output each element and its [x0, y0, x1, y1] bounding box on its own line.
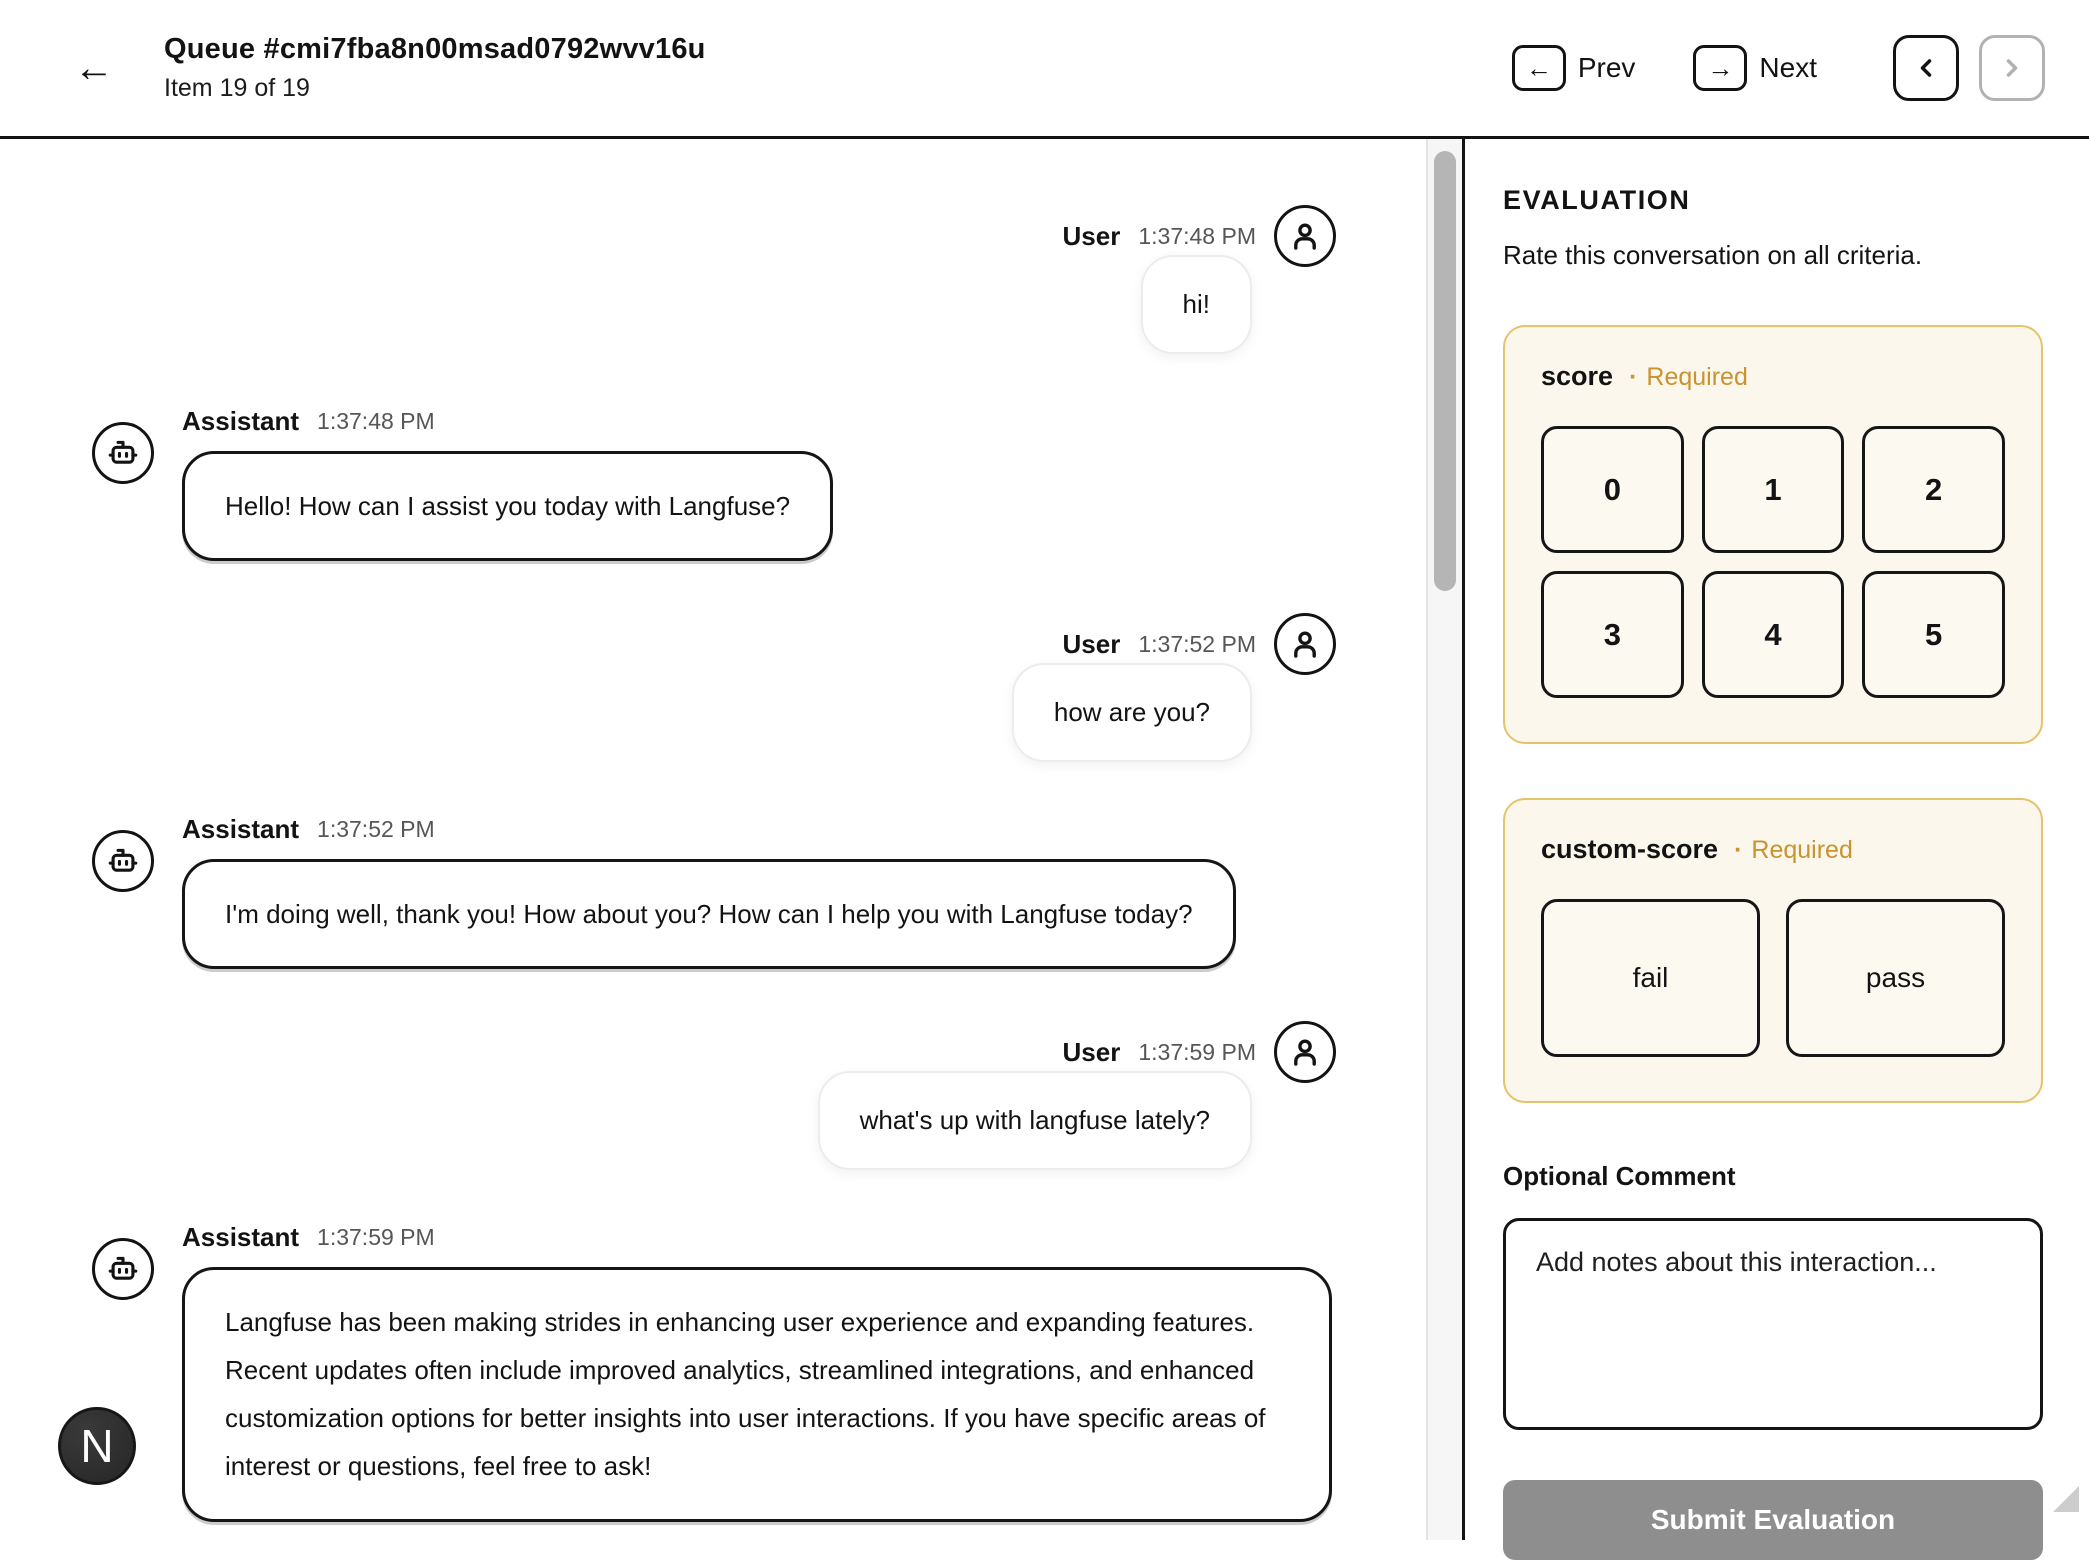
message-meta: Assistant 1:37:52 PM [182, 814, 1236, 845]
option-4-button[interactable]: 4 [1702, 571, 1845, 698]
message-bubble: hi! [1141, 255, 1252, 354]
assistant-message: Assistant 1:37:48 PM Hello! How can I as… [92, 406, 1336, 561]
criterion-options: failpass [1541, 899, 2005, 1057]
criterion-card: score Required 012 345 [1503, 325, 2043, 744]
required-badge: Required [1734, 836, 1853, 865]
message-body: Assistant 1:37:48 PM Hello! How can I as… [182, 406, 833, 561]
required-badge: Required [1629, 363, 1748, 392]
criterion-name: custom-score [1541, 834, 1718, 865]
expand-panel-button[interactable] [1979, 35, 2045, 101]
comment-label: Optional Comment [1503, 1161, 2043, 1192]
chat-message-list: User 1:37:48 PM hi! Assistant 1:37:48 PM… [0, 139, 1462, 1540]
message-bubble: Langfuse has been making strides in enha… [182, 1267, 1332, 1521]
assistant-avatar [92, 830, 154, 892]
assistant-message: Assistant 1:37:59 PM Langfuse has been m… [92, 1222, 1336, 1521]
assistant-avatar [92, 1238, 154, 1300]
message-meta: Assistant 1:37:59 PM [182, 1222, 1332, 1253]
person-icon [1288, 1035, 1322, 1069]
user-avatar [1274, 1021, 1336, 1083]
message-bubble: I'm doing well, thank you! How about you… [182, 859, 1236, 969]
main-split: User 1:37:48 PM hi! Assistant 1:37:48 PM… [0, 139, 2089, 1540]
criterion-name: score [1541, 361, 1613, 392]
message-role: Assistant [182, 1222, 299, 1253]
assistant-avatar [92, 422, 154, 484]
option-0-button[interactable]: 0 [1541, 426, 1684, 553]
user-message: User 1:37:52 PM how are you? [92, 613, 1336, 762]
evaluation-heading: EVALUATION [1503, 185, 2043, 216]
message-timestamp: 1:37:48 PM [1138, 223, 1256, 250]
message-role: User [1063, 1037, 1121, 1068]
message-role: Assistant [182, 814, 299, 845]
prev-button[interactable]: ← Prev [1512, 45, 1636, 91]
message-body: Assistant 1:37:52 PM I'm doing well, tha… [182, 814, 1236, 969]
conversation-pane: User 1:37:48 PM hi! Assistant 1:37:48 PM… [0, 139, 1465, 1540]
item-counter: Item 19 of 19 [164, 74, 706, 103]
assistant-message: Assistant 1:37:52 PM I'm doing well, tha… [92, 814, 1336, 969]
comment-input[interactable] [1503, 1218, 2043, 1430]
message-timestamp: 1:37:52 PM [317, 816, 435, 843]
option-5-button[interactable]: 5 [1862, 571, 2005, 698]
user-avatar [1274, 205, 1336, 267]
message-timestamp: 1:37:59 PM [1138, 1039, 1256, 1066]
message-meta: Assistant 1:37:48 PM [182, 406, 833, 437]
message-timestamp: 1:37:52 PM [1138, 631, 1256, 658]
criterion-header: custom-score Required [1541, 834, 2005, 865]
criteria-list: score Required 012 345 custom-score Requi… [1503, 325, 2043, 1103]
option-1-button[interactable]: 1 [1702, 426, 1845, 553]
next-button[interactable]: → Next [1693, 45, 1817, 91]
message-role: Assistant [182, 406, 299, 437]
robot-icon [106, 1252, 140, 1286]
prev-label: Prev [1578, 52, 1636, 84]
criterion-options: 012 345 [1541, 426, 2005, 698]
page-title: Queue #cmi7fba8n00msad0792wvv16u [164, 33, 706, 66]
person-icon [1288, 219, 1322, 253]
criterion-card: custom-score Required failpass [1503, 798, 2043, 1103]
message-body: Assistant 1:37:59 PM Langfuse has been m… [182, 1222, 1332, 1521]
nextjs-dev-badge[interactable]: N [58, 1407, 136, 1485]
message-role: User [1063, 629, 1121, 660]
criterion-header: score Required [1541, 361, 2005, 392]
robot-icon [106, 844, 140, 878]
evaluation-subheading: Rate this conversation on all criteria. [1503, 240, 2043, 271]
collapse-panel-button[interactable] [1893, 35, 1959, 101]
option-pass-button[interactable]: pass [1786, 899, 2005, 1057]
chat-scrollbar[interactable] [1426, 139, 1462, 1540]
user-message: User 1:37:48 PM hi! [92, 205, 1336, 354]
chevron-right-icon [1998, 54, 2026, 82]
back-button[interactable]: ← [66, 44, 122, 92]
arrow-right-key-icon: → [1693, 45, 1747, 91]
message-bubble: how are you? [1012, 663, 1252, 762]
robot-icon [106, 436, 140, 470]
arrow-left-key-icon: ← [1512, 45, 1566, 91]
resize-grip-icon[interactable] [2053, 1486, 2079, 1512]
option-fail-button[interactable]: fail [1541, 899, 1760, 1057]
header: ← Queue #cmi7fba8n00msad0792wvv16u Item … [0, 0, 2089, 139]
message-timestamp: 1:37:48 PM [317, 408, 435, 435]
next-label: Next [1759, 52, 1817, 84]
message-bubble: Hello! How can I assist you today with L… [182, 451, 833, 561]
annotation-queue-app: ← Queue #cmi7fba8n00msad0792wvv16u Item … [0, 0, 2089, 1540]
user-avatar [1274, 613, 1336, 675]
submit-evaluation-button[interactable]: Submit Evaluation [1503, 1480, 2043, 1560]
evaluation-panel: EVALUATION Rate this conversation on all… [1465, 139, 2089, 1540]
user-message: User 1:37:59 PM what's up with langfuse … [92, 1021, 1336, 1170]
message-bubble: what's up with langfuse lately? [818, 1071, 1252, 1170]
chevron-left-icon [1912, 54, 1940, 82]
option-2-button[interactable]: 2 [1862, 426, 2005, 553]
message-role: User [1063, 221, 1121, 252]
person-icon [1288, 627, 1322, 661]
scrollbar-thumb[interactable] [1434, 151, 1456, 591]
message-timestamp: 1:37:59 PM [317, 1224, 435, 1251]
header-titles: Queue #cmi7fba8n00msad0792wvv16u Item 19… [164, 33, 706, 103]
option-3-button[interactable]: 3 [1541, 571, 1684, 698]
